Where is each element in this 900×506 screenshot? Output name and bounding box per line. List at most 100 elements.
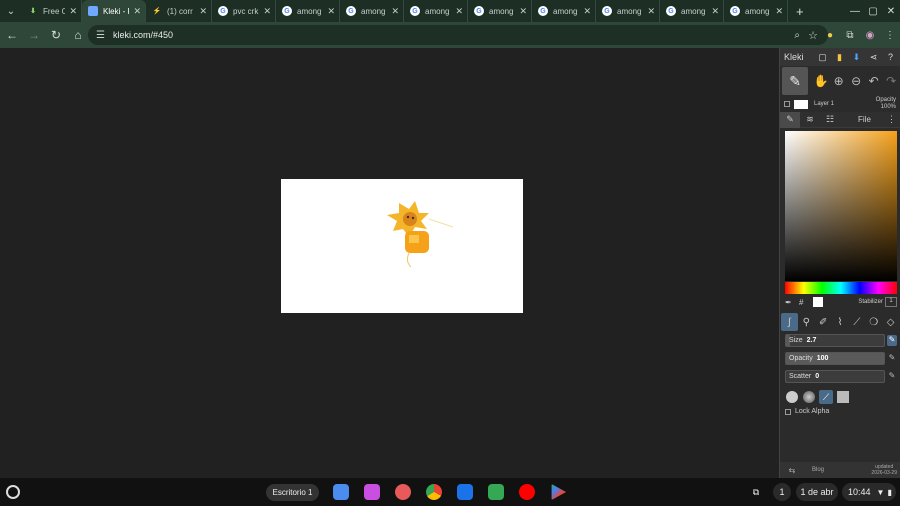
launcher-icon[interactable]	[6, 485, 20, 499]
tab-close-icon[interactable]: ✕	[711, 6, 719, 17]
home-icon[interactable]: ⌂	[68, 28, 88, 42]
tab-close-icon[interactable]: ✕	[263, 6, 271, 17]
smudge-brush-icon[interactable]: ❍	[865, 313, 882, 331]
tab-layers-icon[interactable]: ≋	[800, 112, 820, 128]
browser-tab[interactable]: Gamong ✕	[276, 0, 340, 22]
address-bar[interactable]: ☰ kleki.com/#450 ⌕ ☆	[88, 25, 828, 45]
size-slider[interactable]: Size 2.7	[785, 334, 885, 347]
site-info-icon[interactable]: ☰	[96, 30, 105, 41]
browser-tab[interactable]: ⚡ (1) corr ✕	[146, 0, 212, 22]
layer-preview-row[interactable]: Layer 1 Opacity 100%	[780, 96, 900, 112]
tab-close-icon[interactable]: ✕	[519, 6, 527, 17]
youtube-app-icon[interactable]	[519, 484, 535, 500]
chrome-app-icon[interactable]	[426, 484, 442, 500]
sketchy-brush-icon[interactable]: ✐	[815, 313, 832, 331]
tab-close-icon[interactable]: ✕	[455, 6, 463, 17]
secondary-color-swatch[interactable]	[813, 297, 823, 307]
eraser-icon[interactable]: ◇	[882, 313, 899, 331]
tab-close-icon[interactable]: ✕	[69, 6, 77, 17]
help-icon[interactable]: ?	[884, 52, 898, 62]
files-app-icon[interactable]	[333, 484, 349, 500]
menu-kebab-icon[interactable]: ⋮	[880, 30, 900, 41]
canvas-app-icon[interactable]	[364, 484, 380, 500]
game-app-icon[interactable]	[395, 484, 411, 500]
hue-slider[interactable]	[785, 282, 897, 294]
eyedropper-icon[interactable]: ✒	[785, 298, 797, 307]
more-menu-icon[interactable]: ⋮	[887, 114, 896, 125]
opacity-pressure-icon[interactable]: ✎	[887, 353, 897, 364]
chisel-shape-icon[interactable]: ⟋	[819, 390, 833, 404]
undo-icon[interactable]: ↶	[865, 74, 883, 88]
lock-alpha-toggle[interactable]: Lock Alpha	[785, 408, 829, 415]
round-shape-icon[interactable]	[785, 390, 799, 404]
zoom-icon[interactable]: ⌕	[794, 30, 800, 41]
browser-tab[interactable]: ⬇ Free On✕	[22, 0, 82, 22]
new-tab-button[interactable]: +	[788, 4, 812, 19]
share-icon[interactable]: ⋖	[867, 52, 881, 63]
tab-adjust-icon[interactable]: ☷	[820, 112, 840, 128]
browser-tab[interactable]: Kleki - F ✕	[82, 0, 146, 22]
layer-visibility-checkbox[interactable]	[784, 101, 790, 107]
notification-count[interactable]: 1	[773, 483, 791, 501]
status-area[interactable]: 10:44 ▼ ▮	[842, 483, 896, 501]
sheets-app-icon[interactable]	[488, 484, 504, 500]
soft-shape-icon[interactable]	[802, 390, 816, 404]
hand-tool-icon[interactable]: ✋	[812, 74, 830, 88]
minimize-icon[interactable]: —	[846, 6, 864, 17]
tab-close-icon[interactable]: ✕	[775, 6, 783, 17]
profile-icon[interactable]: ◉	[860, 30, 880, 41]
tab-search-button[interactable]: ⌄	[0, 0, 22, 22]
square-shape-icon[interactable]	[836, 390, 850, 404]
tab-close-icon[interactable]: ✕	[391, 6, 399, 17]
blog-link[interactable]: Blog	[812, 467, 824, 473]
browser-tab[interactable]: Gamong ✕	[532, 0, 596, 22]
brush-tool-button[interactable]: ✎	[782, 67, 809, 95]
back-icon[interactable]: ←	[2, 28, 22, 42]
scatter-slider[interactable]: Scatter 0	[785, 370, 885, 383]
scatter-pressure-icon[interactable]: ✎	[887, 371, 897, 382]
tab-close-icon[interactable]: ✕	[199, 6, 207, 17]
tab-close-icon[interactable]: ✕	[647, 6, 655, 17]
browser-tab[interactable]: Gpvc crk ✕	[212, 0, 276, 22]
browser-tab[interactable]: Gamong ✕	[340, 0, 404, 22]
redo-icon[interactable]: ↷	[882, 74, 900, 88]
browser-tab[interactable]: Gamong ✕	[404, 0, 468, 22]
chemy-brush-icon[interactable]: ⟋	[848, 313, 865, 331]
maximize-icon[interactable]: ▢	[864, 6, 882, 17]
date-button[interactable]: 1 de abr	[796, 483, 838, 501]
browser-tab[interactable]: Gamong ✕	[468, 0, 532, 22]
bookmark-star-icon[interactable]: ☆	[808, 29, 818, 42]
zoom-in-icon[interactable]: ⊕	[830, 74, 848, 88]
extensions-puzzle-icon[interactable]: ⧉	[840, 30, 860, 41]
play-store-icon[interactable]	[551, 484, 566, 500]
drawing-canvas[interactable]	[281, 179, 523, 313]
tab-close-icon[interactable]: ✕	[583, 6, 591, 17]
zoom-out-icon[interactable]: ⊖	[847, 74, 865, 88]
classroom-app-icon[interactable]	[457, 484, 473, 500]
pen-brush-icon[interactable]: ∫	[781, 313, 798, 331]
browser-tab[interactable]: Gamong ✕	[724, 0, 788, 22]
reload-icon[interactable]: ↻	[46, 28, 66, 42]
pixel-brush-icon[interactable]: ⌇	[832, 313, 849, 331]
lock-alpha-checkbox[interactable]	[785, 408, 791, 415]
desk-button[interactable]: Escritorio 1	[266, 484, 319, 501]
download-icon[interactable]: ⬇	[850, 52, 864, 63]
tab-file[interactable]: File	[858, 115, 871, 124]
hex-input-icon[interactable]: #	[799, 298, 811, 307]
tab-close-icon[interactable]: ✕	[133, 6, 141, 17]
color-picker-sv[interactable]	[785, 131, 897, 281]
blend-brush-icon[interactable]: ⚲	[798, 313, 815, 331]
swap-side-icon[interactable]: ⇆	[780, 466, 804, 475]
forward-icon[interactable]: →	[24, 28, 44, 42]
extension-icon[interactable]: ●	[820, 30, 840, 41]
drawing-viewport[interactable]	[0, 48, 779, 478]
size-pressure-icon[interactable]: ✎	[887, 335, 897, 346]
overview-icon[interactable]: ⧉	[746, 483, 766, 501]
tab-brush-icon[interactable]: ✎	[780, 111, 800, 128]
open-folder-icon[interactable]: ▮	[833, 52, 847, 63]
browser-tab[interactable]: Gamong ✕	[660, 0, 724, 22]
stabilizer-select[interactable]: 1	[885, 297, 897, 307]
browser-tab[interactable]: Gamong ✕	[596, 0, 660, 22]
close-icon[interactable]: ✕	[882, 6, 900, 17]
tab-close-icon[interactable]: ✕	[327, 6, 335, 17]
